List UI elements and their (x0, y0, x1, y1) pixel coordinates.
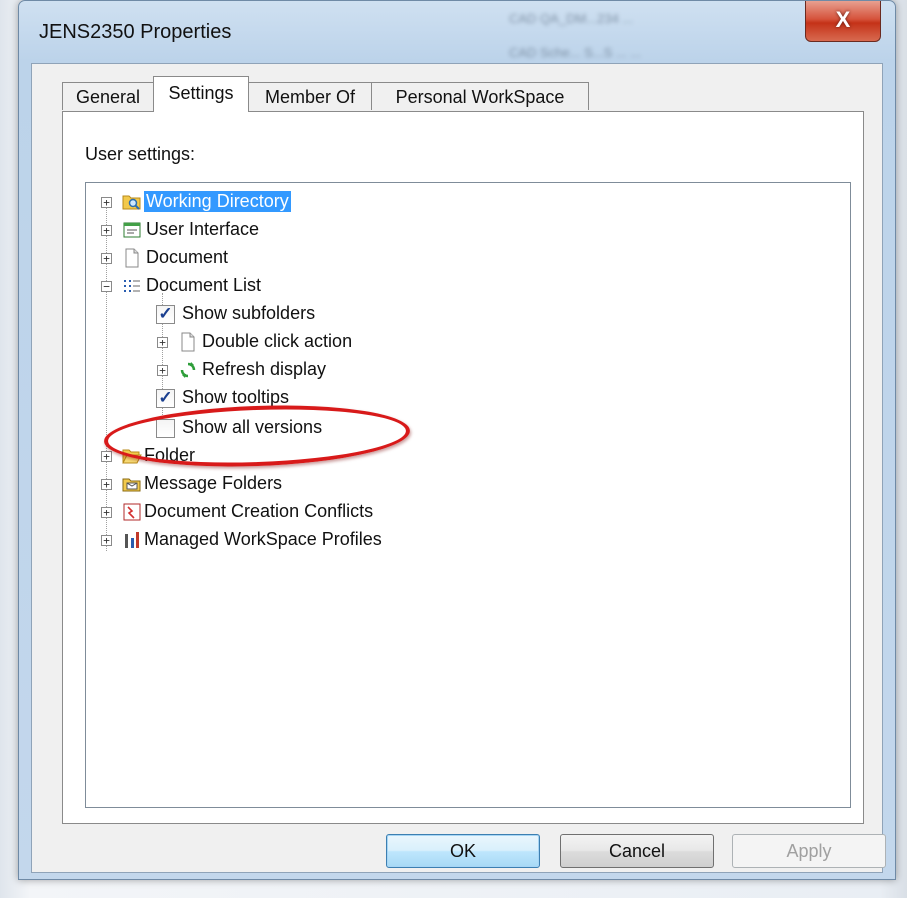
tree-item-document-list[interactable]: − Document List (86, 273, 846, 299)
tree-item-show-all-versions[interactable]: Show all versions (86, 415, 846, 441)
tree-item-label: Message Folders (144, 473, 283, 493)
conflict-icon (122, 502, 142, 522)
tree-item-label: User Interface (146, 219, 260, 239)
open-folder-icon (122, 446, 142, 466)
title-bar[interactable]: JENS2350 Properties CAD QA_DM...234 ... … (19, 1, 895, 65)
tree-item-label: Document (146, 247, 229, 267)
tree-item-label: Folder (144, 445, 196, 465)
tree-item-label: Double click action (202, 331, 353, 351)
tab-personal-workspace[interactable]: Personal WorkSpace (371, 82, 589, 110)
tree-item-refresh-display[interactable]: + Refresh display (86, 357, 846, 383)
tree-item-folder[interactable]: + Folder (86, 443, 846, 469)
message-folder-icon (122, 474, 142, 494)
window-icon (122, 220, 142, 240)
tree-item-user-interface[interactable]: + User Interface (86, 217, 846, 243)
settings-tree[interactable]: + Working Directory + User Interface + D… (85, 182, 851, 808)
apply-button[interactable]: Apply (732, 834, 886, 868)
collapse-icon[interactable]: − (101, 281, 112, 292)
folder-search-icon (122, 192, 142, 212)
close-button[interactable]: X (805, 1, 881, 42)
tree-item-message-folders[interactable]: + Message Folders (86, 471, 846, 497)
document-icon (122, 248, 142, 268)
tree-item-document[interactable]: + Document (86, 245, 846, 271)
window-title: JENS2350 Properties (39, 21, 232, 43)
tree-item-document-creation-conflicts[interactable]: + Document Creation Conflicts (86, 499, 846, 525)
show-tooltips-checkbox[interactable]: ✓ (156, 389, 175, 408)
tree-item-show-tooltips[interactable]: ✓ Show tooltips (86, 385, 846, 411)
tree-item-double-click-action[interactable]: + Double click action (86, 329, 846, 355)
tree-item-label: Show all versions (182, 417, 323, 437)
tree-item-label: Document List (146, 275, 262, 295)
tree-item-working-directory[interactable]: + Working Directory (86, 189, 846, 215)
expand-icon[interactable]: + (101, 535, 112, 546)
user-settings-label: User settings: (85, 144, 196, 164)
cancel-button[interactable]: Cancel (560, 834, 714, 868)
tree-item-label: Working Directory (144, 191, 291, 212)
expand-icon[interactable]: + (101, 253, 112, 264)
ok-button[interactable]: OK (386, 834, 540, 868)
tab-settings[interactable]: Settings (153, 76, 249, 112)
tab-general[interactable]: General (62, 82, 154, 110)
tree-item-label: Refresh display (202, 359, 327, 379)
tree-item-label: Managed WorkSpace Profiles (144, 529, 382, 549)
tree-item-label: Show tooltips (182, 387, 290, 407)
show-all-versions-checkbox[interactable] (156, 419, 175, 438)
expand-icon[interactable]: + (101, 197, 112, 208)
expand-icon[interactable]: + (101, 225, 112, 236)
expand-icon[interactable]: + (101, 451, 112, 462)
tree-item-label: Show subfolders (182, 303, 316, 323)
expand-icon[interactable]: + (101, 507, 112, 518)
expand-icon[interactable]: + (101, 479, 112, 490)
show-subfolders-checkbox[interactable]: ✓ (156, 305, 175, 324)
tools-icon (122, 530, 142, 550)
expand-icon[interactable]: + (157, 337, 168, 348)
refresh-icon (178, 360, 198, 380)
background-window-text: CAD QA_DM...234 ... (509, 11, 634, 26)
dialog-client-area: General Settings Member Of Personal Work… (31, 63, 886, 873)
settings-tab-panel: User settings: + Working Directory + Use… (62, 111, 864, 824)
document-icon (178, 332, 198, 352)
expand-icon[interactable]: + (157, 365, 168, 376)
tree-item-label: Document Creation Conflicts (144, 501, 374, 521)
properties-dialog: JENS2350 Properties CAD QA_DM...234 ... … (18, 0, 896, 880)
background-window-text: CAD Sche... S...S ... ... (509, 45, 642, 60)
tab-member-of[interactable]: Member Of (248, 82, 372, 110)
list-icon (122, 276, 142, 296)
tree-item-managed-workspace-profiles[interactable]: + Managed WorkSpace Profiles (86, 527, 846, 553)
tree-item-show-subfolders[interactable]: ✓ Show subfolders (86, 301, 846, 327)
